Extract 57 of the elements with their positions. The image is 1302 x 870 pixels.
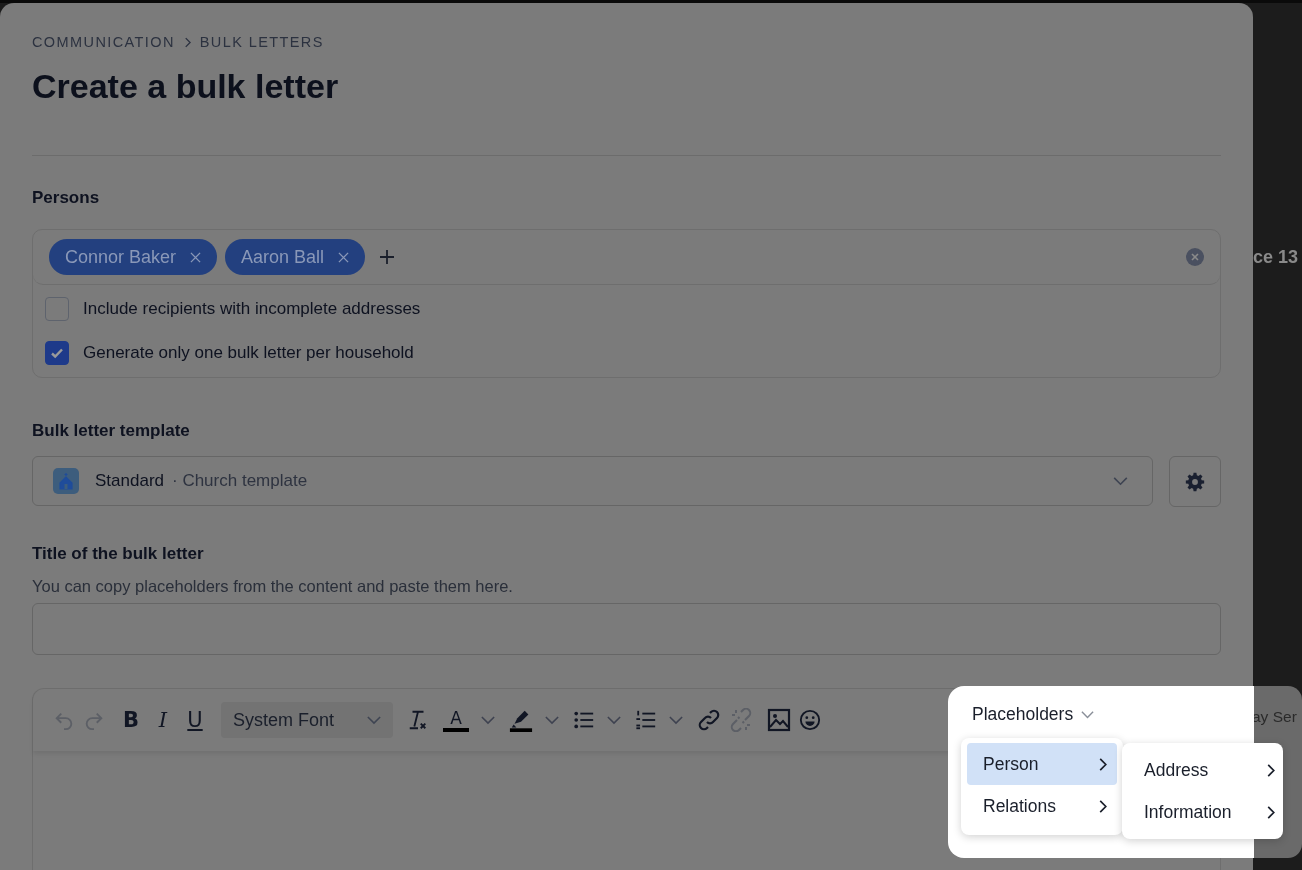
- chevron-down-icon: [1113, 476, 1128, 486]
- menu-item[interactable]: Information: [1136, 791, 1275, 833]
- menu-item[interactable]: Address: [1136, 749, 1275, 791]
- add-icon[interactable]: [379, 249, 396, 265]
- caret-icon[interactable]: [669, 715, 683, 725]
- close-icon[interactable]: [190, 251, 202, 263]
- text-color-button[interactable]: A: [443, 708, 469, 732]
- italic-button[interactable]: I: [151, 708, 175, 732]
- section-label: Bulk letter template: [32, 420, 191, 442]
- background-text: ce 13: [1253, 247, 1299, 267]
- menu-item[interactable]: Relations: [967, 785, 1117, 827]
- settings-icon: [1185, 471, 1205, 492]
- clear-icon[interactable]: [1186, 248, 1204, 266]
- person-chip[interactable]: Connor Baker: [49, 239, 218, 275]
- template-name: Standard: [95, 471, 164, 491]
- settings-button[interactable]: [1169, 456, 1221, 507]
- page-title: Create a bulk letter: [32, 66, 340, 107]
- link-icon[interactable]: [697, 708, 721, 732]
- chevron-right-icon: [1267, 805, 1275, 819]
- checkbox-label: Include recipients with incomplete addresses: [83, 299, 421, 319]
- breadcrumb-link[interactable]: COMMUNICATION: [32, 34, 175, 50]
- bold-button[interactable]: B: [119, 708, 143, 732]
- underline-button[interactable]: U: [183, 708, 207, 732]
- highlight-icon[interactable]: [509, 708, 533, 732]
- chip-label: Aaron Ball: [241, 246, 325, 268]
- checkbox-label: Generate only one bulk letter per household: [83, 343, 414, 363]
- checkbox[interactable]: [45, 297, 69, 321]
- chevron-right-icon: [1099, 799, 1107, 813]
- chevron-down-icon: [367, 715, 381, 725]
- breadcrumb-link[interactable]: BULK LETTERS: [199, 34, 324, 50]
- persons-field[interactable]: Connor Baker Aaron Ball: [33, 230, 1220, 285]
- building-icon: [53, 468, 79, 494]
- chevron-right-icon: [1099, 757, 1107, 771]
- numbered-list-icon[interactable]: [635, 709, 657, 731]
- image-icon[interactable]: [767, 708, 791, 732]
- template-select[interactable]: Standard · Church template: [32, 456, 1153, 506]
- close-icon[interactable]: [338, 251, 350, 263]
- chevron-right-icon: [183, 36, 191, 48]
- field-hint: You can copy placeholders from the content and paste them here.: [32, 577, 514, 596]
- section-label: Persons: [32, 187, 101, 209]
- bullet-list-icon[interactable]: [573, 709, 595, 731]
- placeholders-dropdown[interactable]: Placeholders: [972, 704, 1095, 725]
- section-label: Title of the bulk letter: [32, 543, 205, 565]
- caret-icon[interactable]: [481, 715, 495, 725]
- checkmark-icon: [50, 346, 64, 360]
- emoji-icon[interactable]: [799, 709, 821, 731]
- clear-format-icon[interactable]: [407, 709, 429, 731]
- font-select[interactable]: System Font: [221, 702, 393, 738]
- chevron-right-icon: [1267, 763, 1275, 777]
- chevron-down-icon: [1081, 710, 1095, 719]
- caret-icon[interactable]: [607, 715, 621, 725]
- menu-item[interactable]: Person: [967, 743, 1117, 785]
- caret-icon[interactable]: [545, 715, 559, 725]
- template-description: · Church template: [172, 471, 308, 491]
- person-chip[interactable]: Aaron Ball: [225, 239, 366, 275]
- checkbox[interactable]: [45, 341, 69, 365]
- chip-label: Connor Baker: [65, 246, 177, 268]
